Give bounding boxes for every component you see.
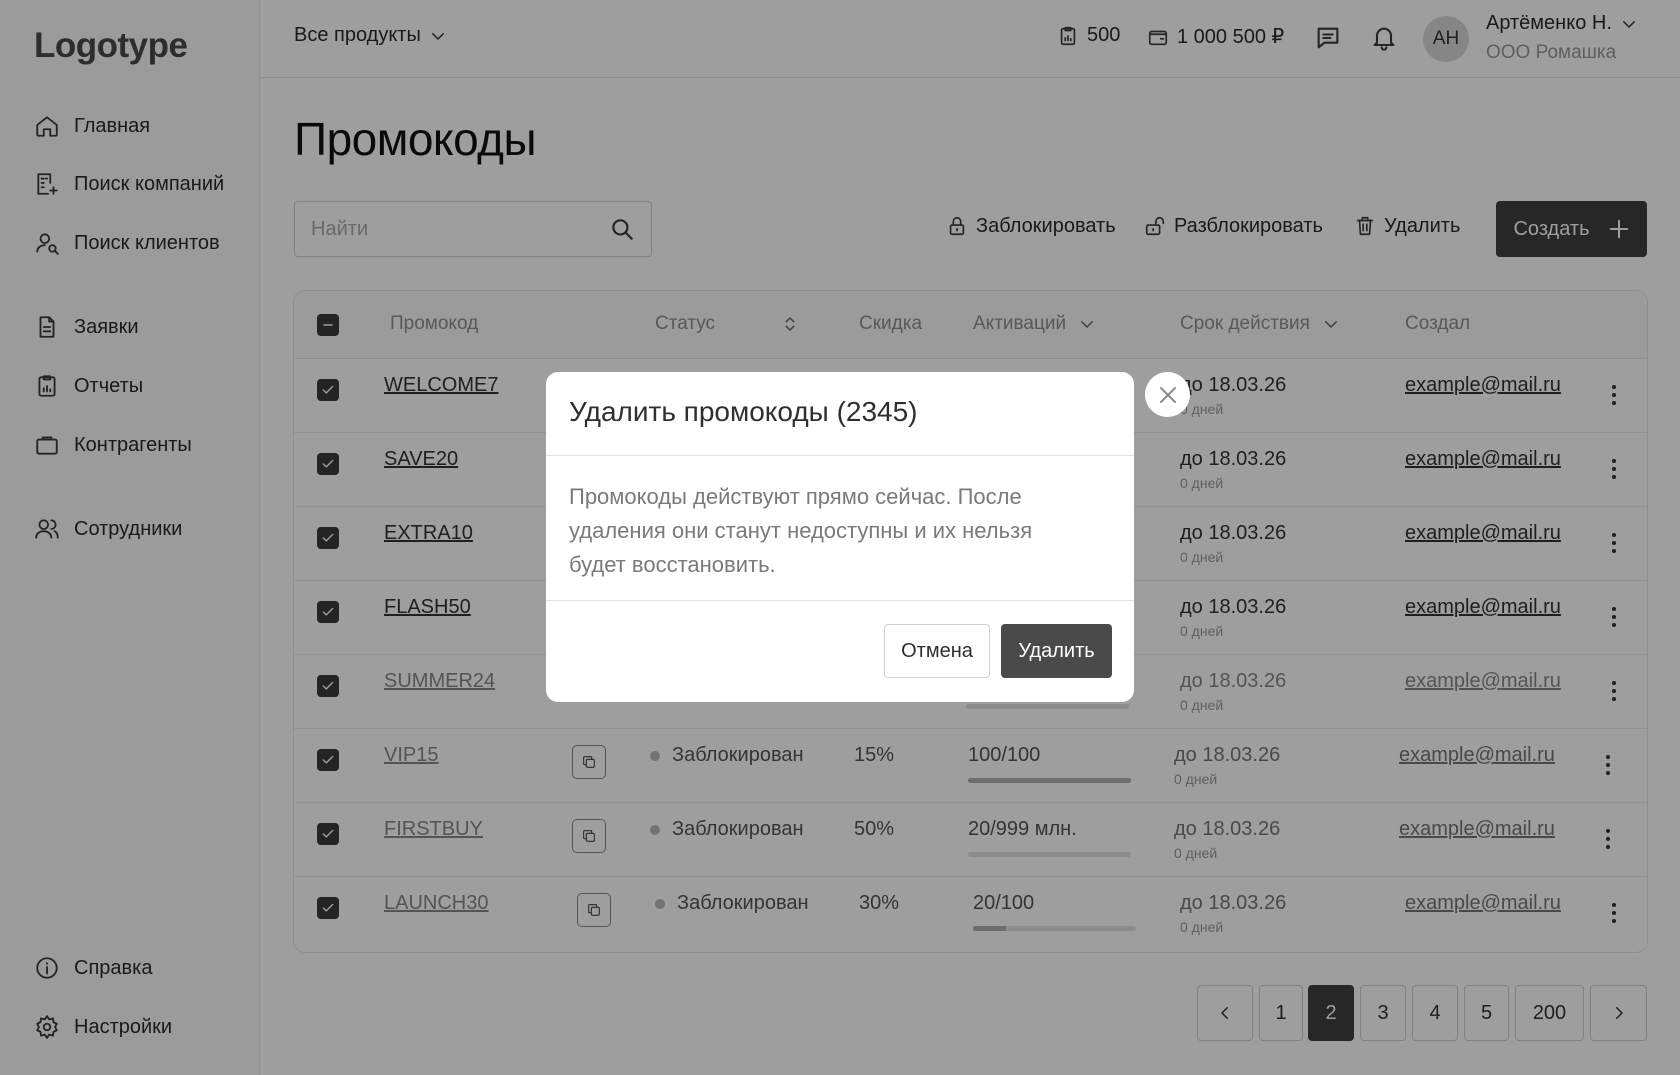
- close-dialog-button[interactable]: [1145, 372, 1190, 417]
- cancel-button[interactable]: Отмена: [884, 624, 990, 678]
- close-icon: [1159, 386, 1176, 403]
- dialog-message: Промокоды действуют прямо сейчас. После …: [569, 484, 1033, 577]
- divider: [546, 600, 1134, 601]
- divider: [546, 455, 1134, 456]
- delete-confirm-dialog: Удалить промокоды (2345) Промокоды дейст…: [546, 372, 1134, 702]
- dialog-title: Удалить промокоды (2345): [569, 396, 918, 427]
- confirm-delete-button[interactable]: Удалить: [1001, 624, 1112, 678]
